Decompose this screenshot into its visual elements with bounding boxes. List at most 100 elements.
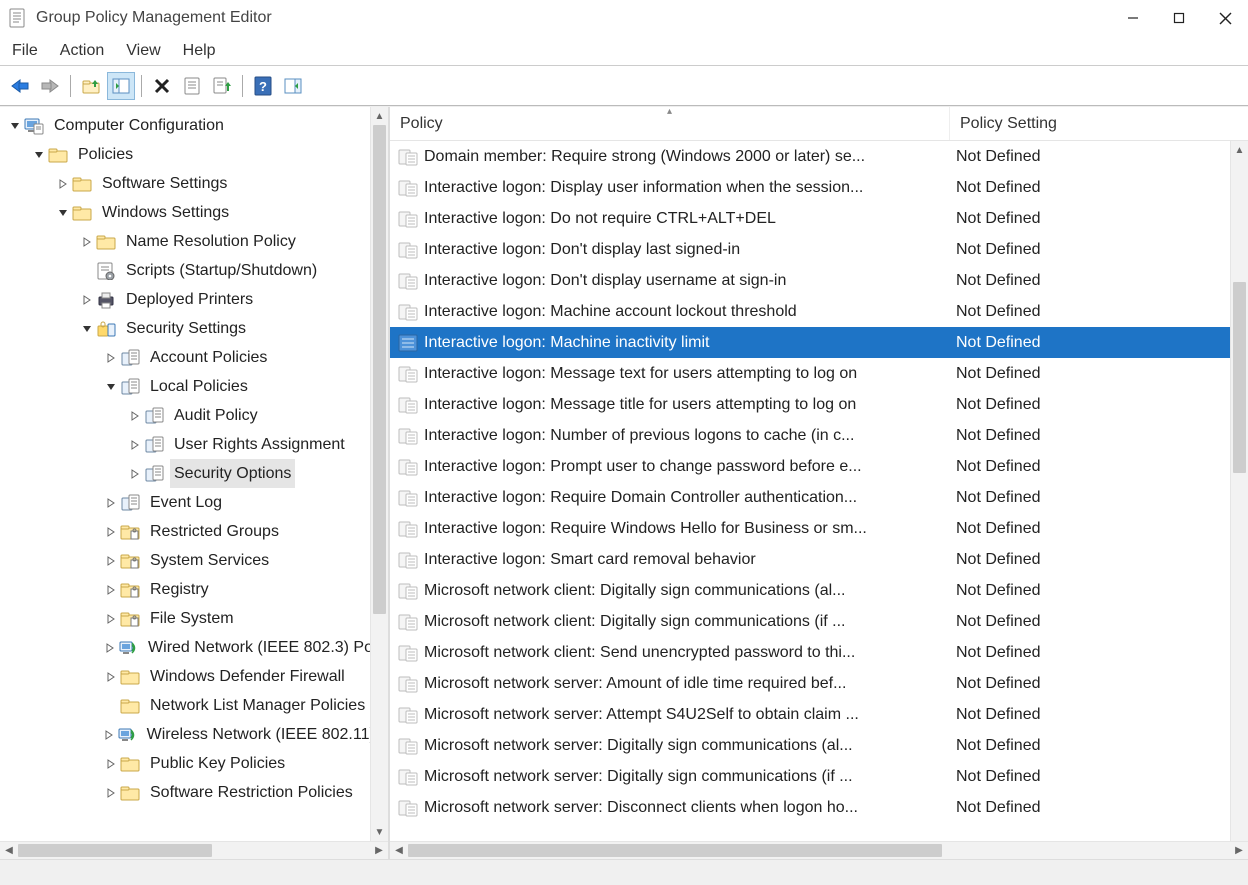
tree-item[interactable]: Name Resolution Policy — [4, 227, 388, 256]
policy-row[interactable]: Interactive logon: Machine inactivity li… — [390, 327, 1248, 358]
policy-row[interactable]: Interactive logon: Smart card removal be… — [390, 544, 1248, 575]
tree-item[interactable]: Wireless Network (IEEE 802.11) Policies — [4, 720, 388, 749]
chevron-down-icon[interactable] — [6, 121, 24, 131]
delete-icon[interactable] — [148, 72, 176, 100]
nav-forward-icon[interactable] — [36, 72, 64, 100]
list-horizontal-scrollbar[interactable]: ◀ ▶ — [390, 841, 1248, 859]
list-vertical-scrollbar[interactable]: ▲ ▼ — [1230, 141, 1248, 859]
tree-item[interactable]: System Services — [4, 546, 388, 575]
policy-row[interactable]: Interactive logon: Require Windows Hello… — [390, 513, 1248, 544]
policy-row[interactable]: Interactive logon: Message text for user… — [390, 358, 1248, 389]
policy-row[interactable]: Domain member: Require strong (Windows 2… — [390, 141, 1248, 172]
chevron-right-icon[interactable] — [102, 672, 120, 682]
chevron-right-icon[interactable] — [126, 411, 144, 421]
chevron-right-icon[interactable] — [102, 527, 120, 537]
chevron-right-icon[interactable] — [126, 469, 144, 479]
chevron-right-icon[interactable] — [54, 179, 72, 189]
policy-row[interactable]: Interactive logon: Prompt user to change… — [390, 451, 1248, 482]
tree-item[interactable]: User Rights Assignment — [4, 430, 388, 459]
policy-row[interactable]: Microsoft network client: Digitally sign… — [390, 575, 1248, 606]
show-hide-action-pane-icon[interactable] — [279, 72, 307, 100]
scroll-thumb[interactable] — [1233, 282, 1246, 473]
tree-item[interactable]: Network List Manager Policies — [4, 691, 388, 720]
policy-row[interactable]: Microsoft network client: Send unencrypt… — [390, 637, 1248, 668]
chevron-right-icon[interactable] — [102, 730, 117, 740]
scroll-up-icon[interactable]: ▲ — [371, 107, 388, 125]
menu-help[interactable]: Help — [183, 42, 216, 60]
policy-row[interactable]: Interactive logon: Don't display last si… — [390, 234, 1248, 265]
chevron-down-icon[interactable] — [78, 324, 96, 334]
tree-item[interactable]: Software Restriction Policies — [4, 778, 388, 807]
scroll-right-icon[interactable]: ▶ — [370, 845, 388, 856]
export-list-icon[interactable] — [208, 72, 236, 100]
tree-item[interactable]: Windows Defender Firewall — [4, 662, 388, 691]
policy-row[interactable]: Interactive logon: Machine account locko… — [390, 296, 1248, 327]
tree-vertical-scrollbar[interactable]: ▲ ▼ — [370, 107, 388, 841]
close-button[interactable] — [1202, 2, 1248, 34]
scroll-up-icon[interactable]: ▲ — [1231, 141, 1248, 159]
help-icon[interactable]: ? — [249, 72, 277, 100]
policy-row[interactable]: Microsoft network server: Disconnect cli… — [390, 792, 1248, 823]
tree-item[interactable]: Scripts (Startup/Shutdown) — [4, 256, 388, 285]
scroll-thumb[interactable] — [373, 125, 386, 614]
tree-item[interactable]: Event Log — [4, 488, 388, 517]
tree-item[interactable]: Software Settings — [4, 169, 388, 198]
tree-item[interactable]: Account Policies — [4, 343, 388, 372]
tree-item[interactable]: Deployed Printers — [4, 285, 388, 314]
tree-item[interactable]: Policies — [4, 140, 388, 169]
tree-item[interactable]: Windows Settings — [4, 198, 388, 227]
maximize-button[interactable] — [1156, 2, 1202, 34]
chevron-down-icon[interactable] — [30, 150, 48, 160]
column-header-policy-setting[interactable]: Policy Setting — [950, 107, 1248, 140]
tree-item[interactable]: Registry — [4, 575, 388, 604]
tree-item[interactable]: Local Policies — [4, 372, 388, 401]
policy-row[interactable]: Microsoft network client: Digitally sign… — [390, 606, 1248, 637]
chevron-down-icon[interactable] — [102, 382, 120, 392]
menu-view[interactable]: View — [126, 42, 160, 60]
policy-row[interactable]: Microsoft network server: Digitally sign… — [390, 730, 1248, 761]
policy-row[interactable]: Interactive logon: Require Domain Contro… — [390, 482, 1248, 513]
scroll-left-icon[interactable]: ◀ — [390, 845, 408, 856]
scroll-thumb[interactable] — [18, 844, 212, 857]
chevron-right-icon[interactable] — [102, 556, 120, 566]
tree-item[interactable]: Computer Configuration — [4, 111, 388, 140]
scroll-down-icon[interactable]: ▼ — [371, 823, 388, 841]
chevron-right-icon[interactable] — [102, 585, 120, 595]
policy-row[interactable]: Interactive logon: Number of previous lo… — [390, 420, 1248, 451]
tree-item[interactable]: Audit Policy — [4, 401, 388, 430]
scroll-left-icon[interactable]: ◀ — [0, 845, 18, 856]
menu-file[interactable]: File — [12, 42, 38, 60]
tree-item[interactable]: Restricted Groups — [4, 517, 388, 546]
chevron-right-icon[interactable] — [78, 295, 96, 305]
tree-item[interactable]: Security Options — [4, 459, 388, 488]
chevron-right-icon[interactable] — [102, 353, 120, 363]
scroll-thumb[interactable] — [408, 844, 942, 857]
nav-back-icon[interactable] — [6, 72, 34, 100]
policy-row[interactable]: Microsoft network server: Attempt S4U2Se… — [390, 699, 1248, 730]
policy-row[interactable]: Microsoft network server: Digitally sign… — [390, 761, 1248, 792]
properties-icon[interactable] — [178, 72, 206, 100]
chevron-right-icon[interactable] — [102, 788, 120, 798]
column-header-policy[interactable]: ▴ Policy — [390, 107, 950, 140]
policy-row[interactable]: Interactive logon: Message title for use… — [390, 389, 1248, 420]
chevron-right-icon[interactable] — [102, 498, 120, 508]
tree-item[interactable]: Public Key Policies — [4, 749, 388, 778]
show-hide-tree-icon[interactable] — [107, 72, 135, 100]
policy-row[interactable]: Interactive logon: Do not require CTRL+A… — [390, 203, 1248, 234]
menu-action[interactable]: Action — [60, 42, 104, 60]
tree-horizontal-scrollbar[interactable]: ◀ ▶ — [0, 841, 388, 859]
minimize-button[interactable] — [1110, 2, 1156, 34]
policy-row[interactable]: Interactive logon: Don't display usernam… — [390, 265, 1248, 296]
scroll-right-icon[interactable]: ▶ — [1230, 845, 1248, 856]
policy-row[interactable]: Microsoft network server: Amount of idle… — [390, 668, 1248, 699]
policy-list[interactable]: Domain member: Require strong (Windows 2… — [390, 141, 1248, 859]
tree-item[interactable]: File System — [4, 604, 388, 633]
chevron-right-icon[interactable] — [102, 759, 120, 769]
chevron-right-icon[interactable] — [78, 237, 96, 247]
chevron-right-icon[interactable] — [126, 440, 144, 450]
chevron-right-icon[interactable] — [102, 614, 120, 624]
chevron-right-icon[interactable] — [102, 643, 118, 653]
tree-item[interactable]: Wired Network (IEEE 802.3) Policies — [4, 633, 388, 662]
up-one-level-icon[interactable] — [77, 72, 105, 100]
tree-view[interactable]: Computer ConfigurationPoliciesSoftware S… — [0, 107, 388, 811]
